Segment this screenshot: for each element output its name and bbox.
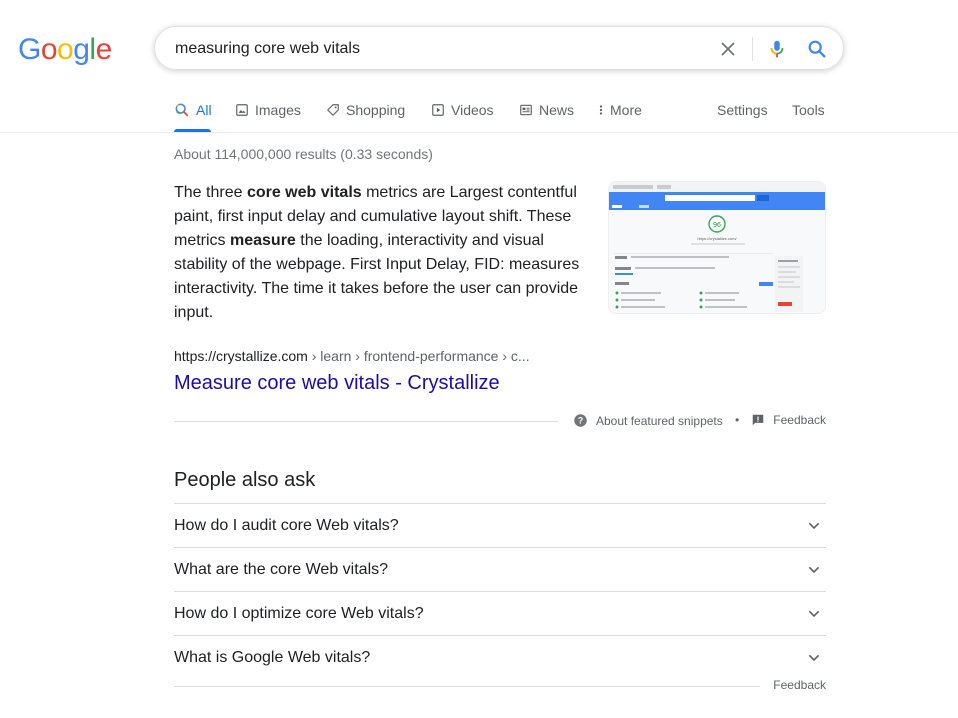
logo-letter: e xyxy=(95,33,113,66)
thumbnail-url: https://crystallize.com/ xyxy=(697,236,737,241)
paa-question[interactable]: How do I audit core Web vitals? xyxy=(174,503,826,547)
separator-dot: • xyxy=(735,413,740,427)
result-title-link[interactable]: Measure core web vitals - Crystallize xyxy=(174,372,500,395)
result-stats: About 114,000,000 results (0.33 seconds) xyxy=(174,146,433,162)
tab-videos[interactable]: Videos xyxy=(431,102,494,118)
microphone-icon[interactable] xyxy=(766,38,788,60)
divider xyxy=(174,686,760,687)
chevron-down-icon xyxy=(808,610,820,618)
search-divider xyxy=(752,37,753,61)
tab-shopping[interactable]: Shopping xyxy=(326,102,405,118)
tab-label: News xyxy=(539,102,575,118)
paa-question-text: What is Google Web vitals? xyxy=(174,649,371,666)
svg-text:?: ? xyxy=(578,416,583,426)
paa-footer: Feedback xyxy=(174,676,826,696)
logo-letter: G xyxy=(18,33,41,66)
tag-icon xyxy=(327,104,339,116)
pagespeed-screenshot: 96 https://crystallize.com/ xyxy=(609,182,825,312)
snippet-bold-text: measure xyxy=(230,232,296,249)
search-box xyxy=(154,26,844,71)
paa-question[interactable]: What is Google Web vitals? xyxy=(174,635,826,679)
feedback-label: Feedback xyxy=(773,413,826,427)
tab-news[interactable]: News xyxy=(519,102,574,118)
tab-label: More xyxy=(610,102,642,118)
snippet-footer: ? About featured snippets • Feedback xyxy=(174,410,826,432)
tab-more[interactable]: More xyxy=(598,102,642,118)
news-icon xyxy=(520,104,532,116)
paa-question[interactable]: How do I optimize core Web vitals? xyxy=(174,591,826,635)
feedback-icon xyxy=(753,414,764,426)
logo-letter: o xyxy=(40,33,58,66)
settings-link[interactable]: Settings xyxy=(717,102,768,118)
logo-letter: g xyxy=(73,33,90,66)
clear-icon[interactable] xyxy=(717,38,739,60)
people-also-ask-heading: People also ask xyxy=(174,469,316,491)
people-also-ask-list: How do I audit core Web vitals? What are… xyxy=(174,503,826,679)
more-vert-icon xyxy=(599,105,603,115)
paa-question-text: What are the core Web vitals? xyxy=(174,561,389,578)
snippet-text: The three xyxy=(174,184,247,201)
result-breadcrumbs: › learn › frontend-performance › c... xyxy=(307,348,530,364)
active-tab-indicator xyxy=(174,129,211,132)
help-icon: ? xyxy=(574,414,587,427)
snippet-bold-text: core web vitals xyxy=(246,184,362,201)
search-tabs: All Images Shopping Videos News More Set… xyxy=(0,96,958,133)
paa-question-text: How do I audit core Web vitals? xyxy=(174,517,399,534)
tools-label: Tools xyxy=(792,102,825,118)
search-input[interactable] xyxy=(175,27,695,71)
divider xyxy=(174,421,558,422)
search-icon xyxy=(175,103,189,117)
tab-images[interactable]: Images xyxy=(235,102,301,118)
featured-snippet-text: The three core web vitals metrics are La… xyxy=(174,181,586,325)
logo-letter: o xyxy=(57,33,74,66)
tab-label: All xyxy=(196,102,212,118)
paa-question[interactable]: What are the core Web vitals? xyxy=(174,547,826,591)
snippet-thumbnail[interactable]: 96 https://crystallize.com/ xyxy=(608,181,826,314)
paa-question-text: How do I optimize core Web vitals? xyxy=(174,605,424,622)
settings-label: Settings xyxy=(717,102,768,118)
chevron-down-icon xyxy=(808,654,820,662)
tab-label: Videos xyxy=(451,102,494,118)
tools-link[interactable]: Tools xyxy=(792,102,825,118)
tab-label: Images xyxy=(255,102,301,118)
snippet-feedback-link[interactable]: Feedback xyxy=(751,413,826,427)
result-citation[interactable]: https://crystallize.com › learn › fronte… xyxy=(174,348,530,364)
result-url: https://crystallize.com xyxy=(174,348,308,364)
chevron-down-icon xyxy=(808,522,820,530)
google-logo[interactable]: Google xyxy=(18,33,113,66)
chevron-down-icon xyxy=(808,566,820,574)
about-snippets-label: About featured snippets xyxy=(596,413,723,428)
tab-all[interactable]: All xyxy=(174,102,212,118)
play-icon xyxy=(432,104,444,116)
search-icon[interactable] xyxy=(806,38,828,60)
thumbnail-score: 96 xyxy=(713,222,721,229)
image-icon xyxy=(236,104,248,116)
tab-label: Shopping xyxy=(346,102,406,118)
paa-feedback-link[interactable]: Feedback xyxy=(773,678,826,692)
about-featured-snippets-link[interactable]: ? About featured snippets xyxy=(573,413,723,428)
